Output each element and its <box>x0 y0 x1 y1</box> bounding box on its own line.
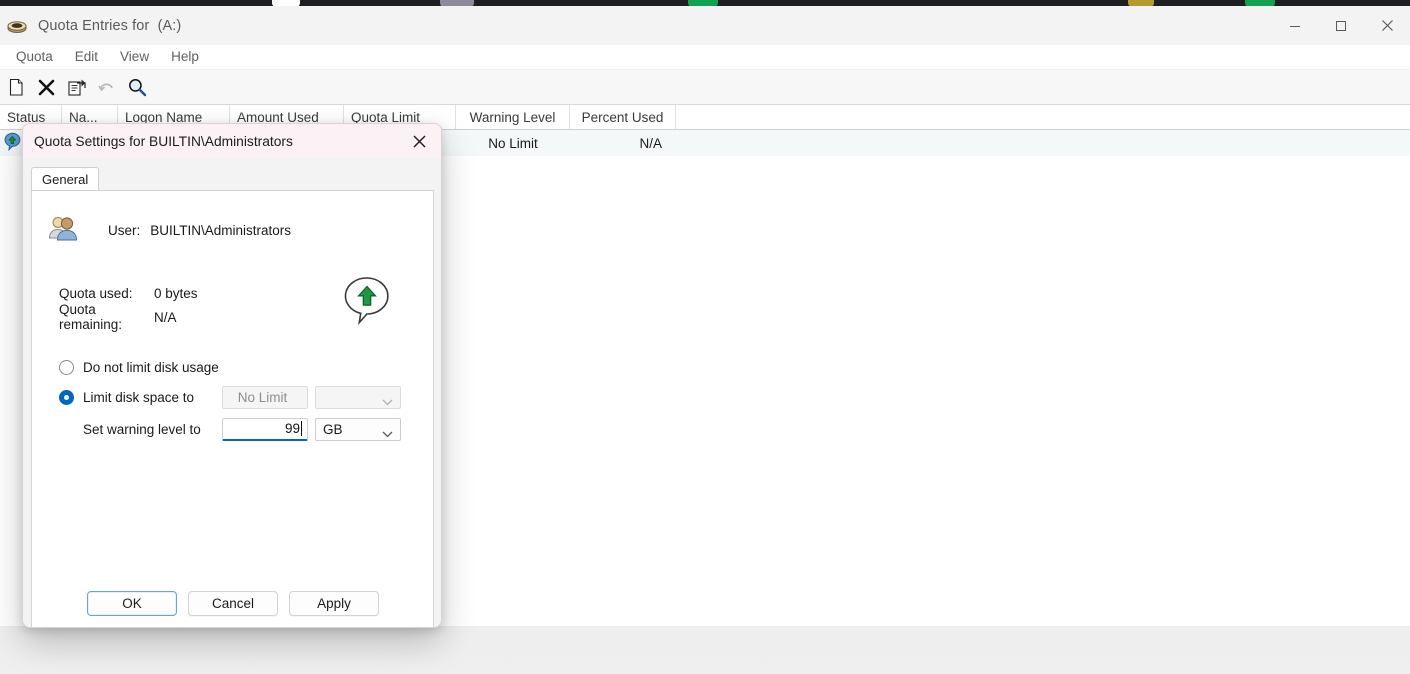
menu-help[interactable]: Help <box>160 47 210 67</box>
dialog-titlebar: Quota Settings for BUILTIN\Administrator… <box>23 124 441 158</box>
quota-settings-dialog: Quota Settings for BUILTIN\Administrator… <box>22 123 442 628</box>
text-caret <box>301 421 302 436</box>
maximize-icon[interactable] <box>1318 6 1364 45</box>
tab-general[interactable]: General <box>31 167 100 190</box>
find-icon[interactable] <box>122 73 151 101</box>
option-limit-disk-space-label: Limit disk space to <box>83 389 195 405</box>
column-header-warning-level[interactable]: Warning Level <box>456 105 570 129</box>
option-do-not-limit-label: Do not limit disk usage <box>83 359 219 375</box>
properties-icon[interactable] <box>62 73 91 101</box>
option-warning-level: Set warning level to 99 GB <box>59 413 429 445</box>
undo-icon <box>92 73 121 101</box>
stat-value: N/A <box>154 309 177 325</box>
window-title: Quota Entries for (A:) <box>38 17 182 34</box>
cancel-button[interactable]: Cancel <box>188 591 278 616</box>
cell-warning-level: No Limit <box>488 135 538 151</box>
user-label: User: <box>108 222 141 238</box>
radio-limit-disk-space[interactable] <box>59 389 74 405</box>
menu-edit[interactable]: Edit <box>64 47 109 67</box>
warning-level-value: 99 <box>284 421 300 436</box>
toolbar <box>0 70 1410 105</box>
quota-stats: Quota used: 0 bytes Quota remaining: N/A <box>59 281 359 333</box>
close-icon[interactable] <box>1364 6 1410 45</box>
delete-icon[interactable] <box>32 73 61 101</box>
window-titlebar: Quota Entries for (A:) <box>0 6 1410 45</box>
limit-unit-select <box>315 385 401 409</box>
menubar: Quota Edit View Help <box>0 45 1410 70</box>
column-header-percent-used[interactable]: Percent Used <box>570 105 676 129</box>
dialog-tabstrip: General <box>23 167 441 190</box>
stat-label: Quota used: <box>59 285 133 301</box>
chevron-down-icon <box>382 426 393 441</box>
cell-percent-used: N/A <box>639 135 662 151</box>
quota-ok-balloon-icon <box>3 132 22 154</box>
new-quota-entry-icon[interactable] <box>2 73 31 101</box>
user-value: BUILTIN\Administrators <box>150 222 292 238</box>
dialog-title: Quota Settings for BUILTIN\Administrator… <box>34 133 293 149</box>
close-icon[interactable] <box>397 124 441 158</box>
user-row: User: BUILTIN\Administrators <box>46 213 291 247</box>
chevron-down-icon <box>382 394 393 409</box>
option-do-not-limit[interactable]: Do not limit disk usage <box>59 353 429 381</box>
quota-disk-icon <box>6 15 28 37</box>
ok-button[interactable]: OK <box>87 591 177 616</box>
radio-do-not-limit[interactable] <box>59 359 74 375</box>
menu-quota[interactable]: Quota <box>5 47 64 67</box>
minimize-icon[interactable] <box>1272 6 1318 45</box>
dialog-tabpage-general: User: BUILTIN\Administrators Quota used:… <box>31 190 434 627</box>
menu-view[interactable]: View <box>109 47 160 67</box>
warning-unit-value: GB <box>323 421 343 437</box>
users-group-icon <box>46 213 80 247</box>
dialog-buttons: OK Cancel Apply <box>23 591 441 616</box>
warning-level-input[interactable]: 99 <box>222 417 308 441</box>
limit-value-input: No Limit <box>222 385 308 409</box>
stat-value: 0 bytes <box>154 285 198 301</box>
option-limit-disk-space: Limit disk space to No Limit <box>59 381 429 413</box>
quota-options: Do not limit disk usage Limit disk space… <box>59 353 429 445</box>
stat-label: Quota remaining: <box>59 302 123 332</box>
apply-button[interactable]: Apply <box>289 591 379 616</box>
quota-ok-balloon-icon <box>342 276 394 326</box>
warning-unit-select[interactable]: GB <box>315 417 401 441</box>
stat-quota-remaining: Quota remaining: N/A <box>59 302 359 332</box>
option-warning-level-label: Set warning level to <box>83 421 201 437</box>
window-controls <box>1272 6 1410 45</box>
